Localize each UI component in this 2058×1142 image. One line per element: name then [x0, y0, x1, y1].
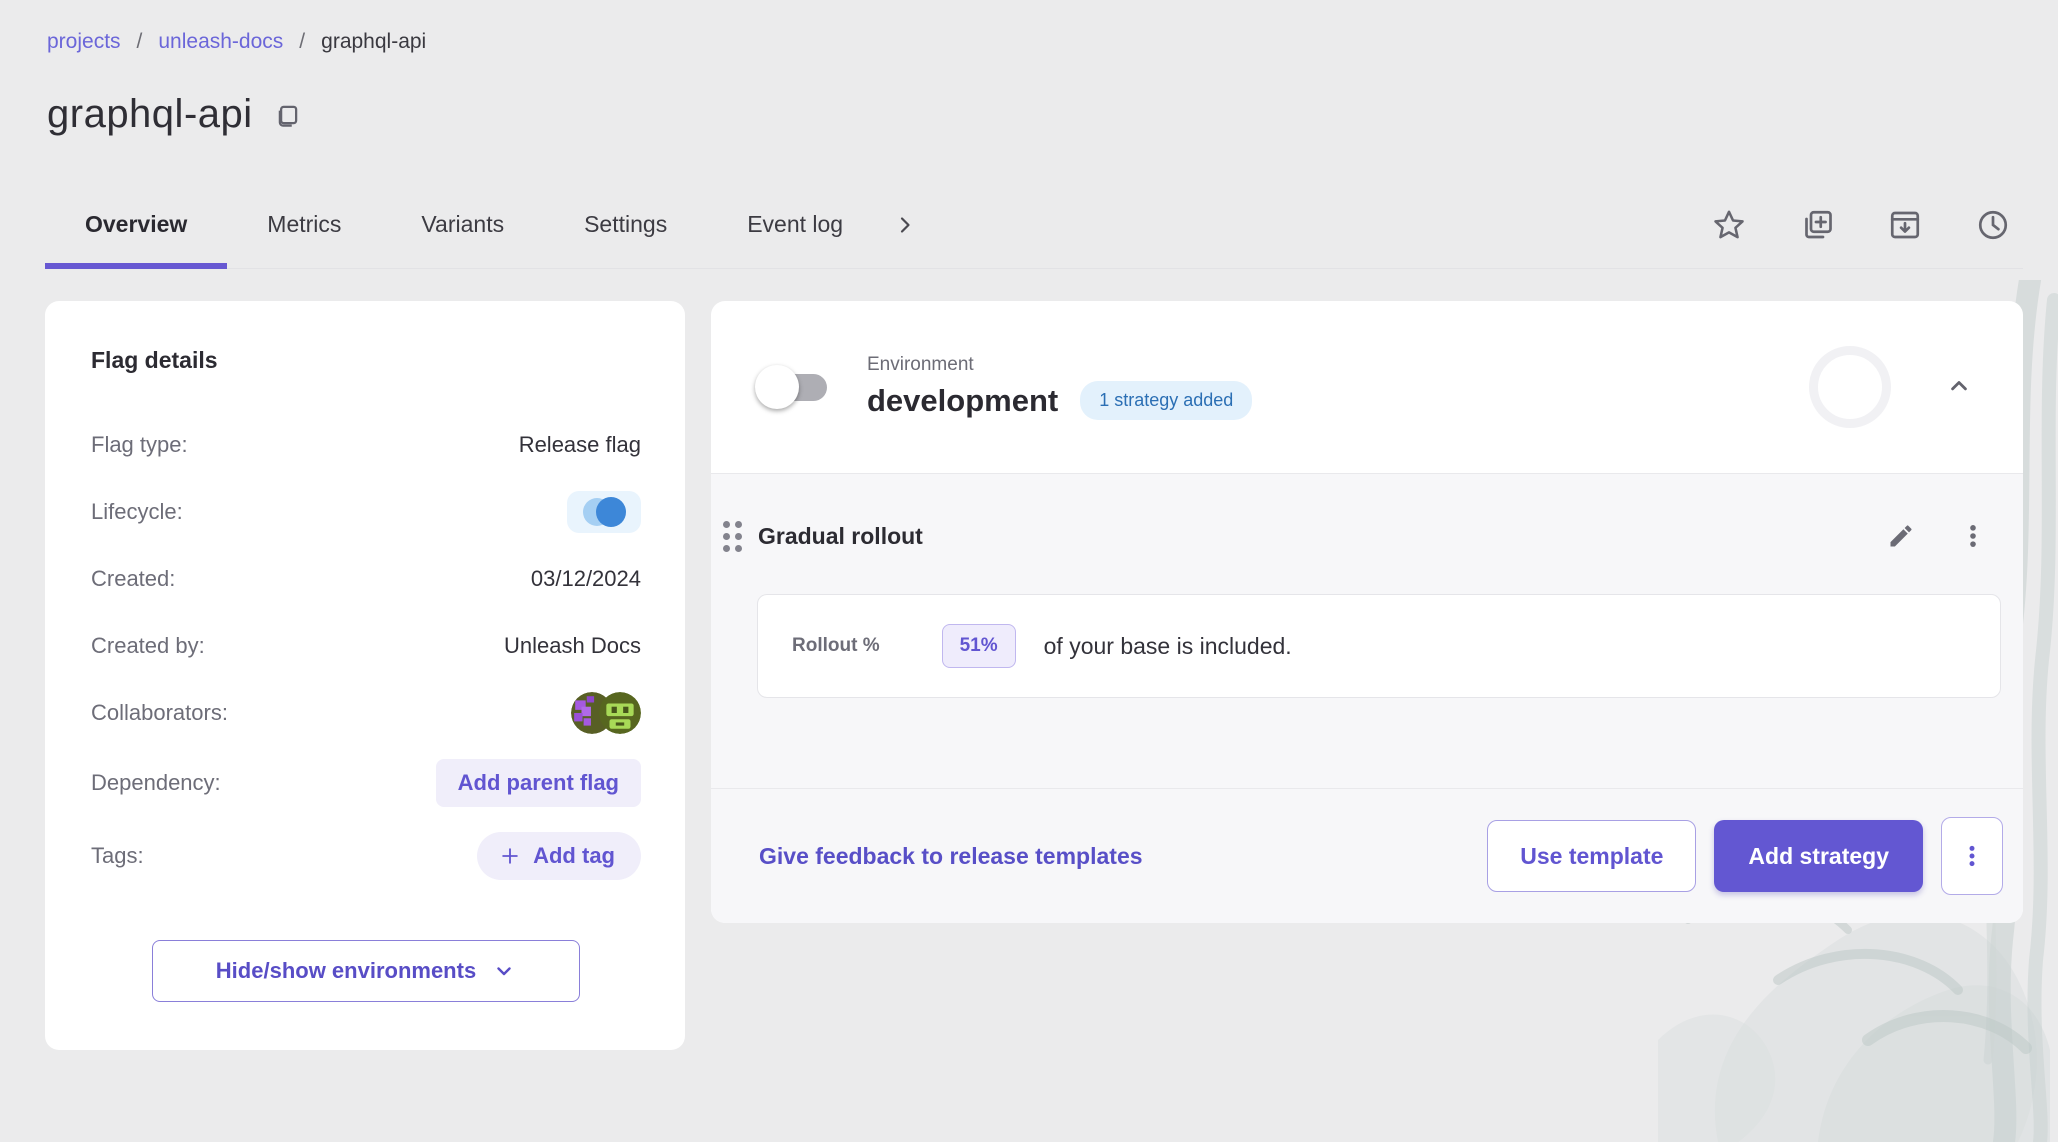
- flag-type-value: Release flag: [519, 432, 641, 458]
- created-by-value: Unleash Docs: [504, 633, 641, 659]
- main-area: Flag details Flag type: Release flag Lif…: [45, 301, 2023, 1050]
- strategy-more-actions-button[interactable]: [1959, 522, 1987, 550]
- environment-name-row: development 1 strategy added: [867, 381, 1252, 420]
- use-template-button[interactable]: Use template: [1487, 820, 1696, 892]
- strategy-header: Gradual rollout: [711, 506, 2023, 566]
- tab-list: Overview Metrics Variants Settings Event…: [45, 181, 927, 268]
- created-by-label: Created by:: [91, 633, 205, 659]
- chevron-up-icon: [1945, 372, 1973, 400]
- breadcrumb-separator: /: [299, 30, 305, 54]
- collapse-environment-button[interactable]: [1937, 364, 1981, 411]
- pencil-icon: [1887, 522, 1915, 550]
- collaborators-row: Collaborators:: [91, 692, 641, 734]
- created-by-row: Created by: Unleash Docs: [91, 625, 641, 667]
- hide-show-environments-button[interactable]: Hide/show environments: [152, 940, 580, 1002]
- release-templates-feedback-link[interactable]: Give feedback to release templates: [759, 843, 1143, 870]
- breadcrumb-separator: /: [137, 30, 143, 54]
- hide-show-environments-label: Hide/show environments: [216, 958, 476, 984]
- copy-icon: [273, 100, 303, 130]
- history-clock-icon: [1975, 207, 2011, 243]
- kebab-menu-icon: [1959, 843, 1985, 869]
- favorite-star-icon: [1711, 207, 1747, 243]
- metrics-ring-indicator: [1809, 346, 1891, 428]
- tabs-row: Overview Metrics Variants Settings Event…: [45, 181, 2023, 269]
- environment-header: Environment development 1 strategy added: [711, 301, 2023, 473]
- environment-name: development: [867, 383, 1058, 419]
- dependency-row: Dependency: Add parent flag: [91, 759, 641, 807]
- breadcrumb: projects / unleash-docs / graphql-api: [47, 30, 2023, 54]
- archive-flag-button[interactable]: [1887, 207, 1923, 243]
- environment-labels: Environment development 1 strategy added: [867, 354, 1252, 420]
- tab-variants[interactable]: Variants: [381, 181, 544, 268]
- toggle-thumb: [755, 365, 799, 409]
- rollout-summary-box: Rollout % 51% of your base is included.: [757, 594, 2001, 698]
- chevron-right-icon: [893, 213, 917, 237]
- add-parent-flag-button[interactable]: Add parent flag: [436, 759, 641, 807]
- strategy-section: Gradual rollout Rollout % 51%: [711, 474, 2023, 788]
- breadcrumb-project-link[interactable]: unleash-docs: [158, 30, 283, 54]
- tabs-overflow-button[interactable]: [883, 181, 927, 268]
- tags-row: Tags: Add tag: [91, 832, 641, 880]
- breadcrumb-projects-link[interactable]: projects: [47, 30, 121, 54]
- collaborators-label: Collaborators:: [91, 700, 228, 726]
- tab-event-log[interactable]: Event log: [707, 181, 883, 268]
- title-row: graphql-api: [47, 92, 2023, 137]
- kebab-menu-icon: [1959, 522, 1987, 550]
- created-date-value: 03/12/2024: [531, 566, 641, 592]
- dependency-label: Dependency:: [91, 770, 221, 796]
- flag-overview-page: projects / unleash-docs / graphql-api gr…: [0, 0, 2058, 1142]
- environment-footer: Give feedback to release templates Use t…: [711, 789, 2023, 923]
- environment-eyebrow: Environment: [867, 354, 1252, 376]
- rollout-description: of your base is included.: [1044, 633, 1292, 660]
- flag-action-icons: [1711, 181, 2023, 268]
- tags-label: Tags:: [91, 843, 144, 869]
- created-label: Created:: [91, 566, 175, 592]
- lifecycle-label: Lifecycle:: [91, 499, 183, 525]
- page-title: graphql-api: [47, 92, 253, 137]
- clone-flag-icon: [1799, 207, 1835, 243]
- edit-strategy-button[interactable]: [1887, 522, 1915, 550]
- favorite-button[interactable]: [1711, 207, 1747, 243]
- add-tag-label: Add tag: [533, 843, 615, 869]
- footer-more-actions-button[interactable]: [1941, 817, 2003, 895]
- flag-details-card: Flag details Flag type: Release flag Lif…: [45, 301, 685, 1050]
- environment-toggle[interactable]: [761, 371, 827, 403]
- avatar: [599, 692, 641, 734]
- tab-metrics[interactable]: Metrics: [227, 181, 381, 268]
- tab-overview[interactable]: Overview: [45, 181, 227, 268]
- rollout-percent-label: Rollout %: [792, 635, 880, 657]
- strategy-title: Gradual rollout: [758, 523, 923, 550]
- flag-type-row: Flag type: Release flag: [91, 424, 641, 466]
- event-history-button[interactable]: [1975, 207, 2011, 243]
- copy-flag-name-button[interactable]: [273, 100, 303, 130]
- strategy-count-badge: 1 strategy added: [1080, 381, 1252, 420]
- lifecycle-current-stage-icon: [596, 497, 626, 527]
- page-content: projects / unleash-docs / graphql-api gr…: [0, 0, 2058, 1050]
- lifecycle-stage-badge[interactable]: [567, 491, 641, 533]
- breadcrumb-current-flag: graphql-api: [321, 30, 426, 54]
- tab-settings[interactable]: Settings: [544, 181, 707, 268]
- archive-icon: [1887, 207, 1923, 243]
- strategy-actions: [1887, 522, 1987, 550]
- clone-flag-button[interactable]: [1799, 207, 1835, 243]
- collaborator-avatars: [571, 692, 641, 734]
- lifecycle-row: Lifecycle:: [91, 491, 641, 533]
- flag-details-heading: Flag details: [91, 347, 641, 374]
- chevron-down-icon: [492, 959, 516, 983]
- created-row: Created: 03/12/2024: [91, 558, 641, 600]
- rollout-percent-value: 51%: [942, 624, 1016, 668]
- environment-card: Environment development 1 strategy added: [711, 301, 2023, 923]
- plus-icon: [499, 845, 521, 867]
- flag-type-label: Flag type:: [91, 432, 188, 458]
- drag-handle-icon[interactable]: [723, 521, 742, 552]
- add-tag-button[interactable]: Add tag: [477, 832, 641, 880]
- add-strategy-button[interactable]: Add strategy: [1714, 820, 1923, 892]
